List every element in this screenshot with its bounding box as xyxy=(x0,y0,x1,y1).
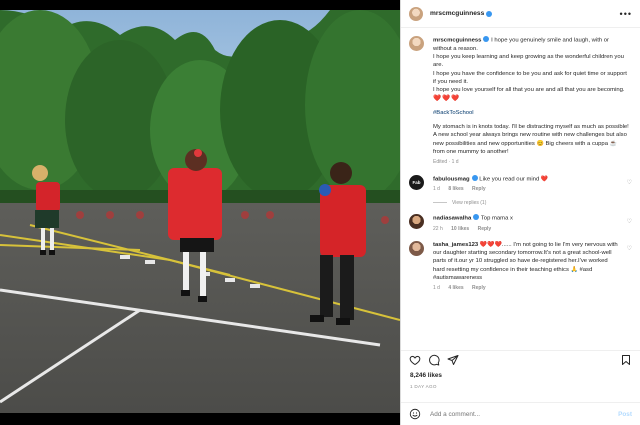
comment-time: 1 d xyxy=(433,186,440,193)
caption-line: A new school year always brings new rout… xyxy=(433,132,627,156)
author-avatar[interactable] xyxy=(409,6,423,21)
post-caption: mrscmcguinness I hope you genuinely smil… xyxy=(401,30,640,167)
add-comment-bar: Post xyxy=(401,402,640,425)
comment-time: 1 d xyxy=(433,285,440,292)
comments-panel: mrscmcguinness ••• mrscmcguinness I hope… xyxy=(400,0,640,425)
author-username[interactable]: mrscmcguinness xyxy=(430,10,484,17)
comment-text: Top mama x xyxy=(480,215,513,222)
comment-likes[interactable]: 10 likes xyxy=(451,226,469,232)
caption-line: I hope you keep learning and keep growin… xyxy=(433,54,624,69)
comment-item: Fab fabulousmag Like you read our mind ❤… xyxy=(401,174,640,194)
post-header: mrscmcguinness ••• xyxy=(401,0,640,28)
view-replies-button[interactable]: View replies (1) xyxy=(433,200,640,206)
comment-likes[interactable]: 8 likes xyxy=(448,186,463,192)
comment-avatar[interactable]: Fab xyxy=(409,174,424,190)
post-action-bar xyxy=(401,350,640,368)
comment-like-heart-icon[interactable]: ♡ xyxy=(627,218,632,225)
paper-plane-icon[interactable] xyxy=(447,354,459,366)
post-date: 1 DAY AGO xyxy=(410,384,437,389)
caption-line: I hope you love yourself for all that yo… xyxy=(433,87,625,94)
playground-photo xyxy=(0,10,400,413)
more-options-icon[interactable]: ••• xyxy=(620,9,632,19)
comment-username[interactable]: tasha_james123 xyxy=(433,242,478,248)
instagram-post-viewer: mrscmcguinness ••• mrscmcguinness I hope… xyxy=(0,0,640,425)
post-comment-button[interactable]: Post xyxy=(618,411,632,418)
comment-like-heart-icon[interactable]: ♡ xyxy=(627,245,632,252)
like-count[interactable]: 8,246 likes xyxy=(410,372,442,379)
heart-icon[interactable] xyxy=(409,354,421,366)
comment-input[interactable] xyxy=(430,410,619,418)
comment-avatar[interactable] xyxy=(409,213,424,229)
comment-username[interactable]: fabulousmag xyxy=(433,176,470,182)
caption-avatar[interactable] xyxy=(409,36,424,51)
caption-text: mrscmcguinness I hope you genuinely smil… xyxy=(433,36,629,167)
comment-item: tasha_james123 ❤️❤️❤️...... I'm not goin… xyxy=(401,240,640,293)
comment-list: mrscmcguinness I hope you genuinely smil… xyxy=(401,30,640,348)
caption-hearts: ❤️❤️❤️ xyxy=(433,94,461,102)
hashtag-link[interactable]: #BackToSchool xyxy=(433,110,474,116)
comment-time: 22 h xyxy=(433,225,443,232)
comment-avatar[interactable] xyxy=(409,240,424,256)
reply-button[interactable]: Reply xyxy=(478,226,492,232)
bookmark-icon[interactable] xyxy=(620,354,632,366)
caption-line: My stomach is in knots today. I'll be di… xyxy=(433,124,629,131)
caption-username[interactable]: mrscmcguinness xyxy=(433,38,481,44)
post-photo[interactable] xyxy=(0,10,400,413)
comment-like-heart-icon[interactable]: ♡ xyxy=(627,179,632,186)
smiley-icon[interactable] xyxy=(409,408,421,420)
avatar-label: Fab xyxy=(412,179,421,185)
caption-meta: Edited · 1 d xyxy=(433,159,459,166)
reply-button[interactable]: Reply xyxy=(472,186,486,192)
verified-badge-icon xyxy=(486,10,493,17)
caption-line: I hope you have the confidence to be you… xyxy=(433,70,627,85)
comment-username[interactable]: nadiasawalha xyxy=(433,215,471,221)
verified-badge-icon xyxy=(483,36,490,42)
verified-badge-icon xyxy=(473,213,480,220)
comment-text: Like you read our mind ❤️ xyxy=(479,176,549,183)
reply-button[interactable]: Reply xyxy=(472,285,486,291)
comment-item: nadiasawalha Top mama x 22 h 10 likes Re… xyxy=(401,213,640,233)
verified-badge-icon xyxy=(471,174,478,181)
comment-likes[interactable]: 4 likes xyxy=(448,285,463,291)
comment-icon[interactable] xyxy=(428,354,440,366)
